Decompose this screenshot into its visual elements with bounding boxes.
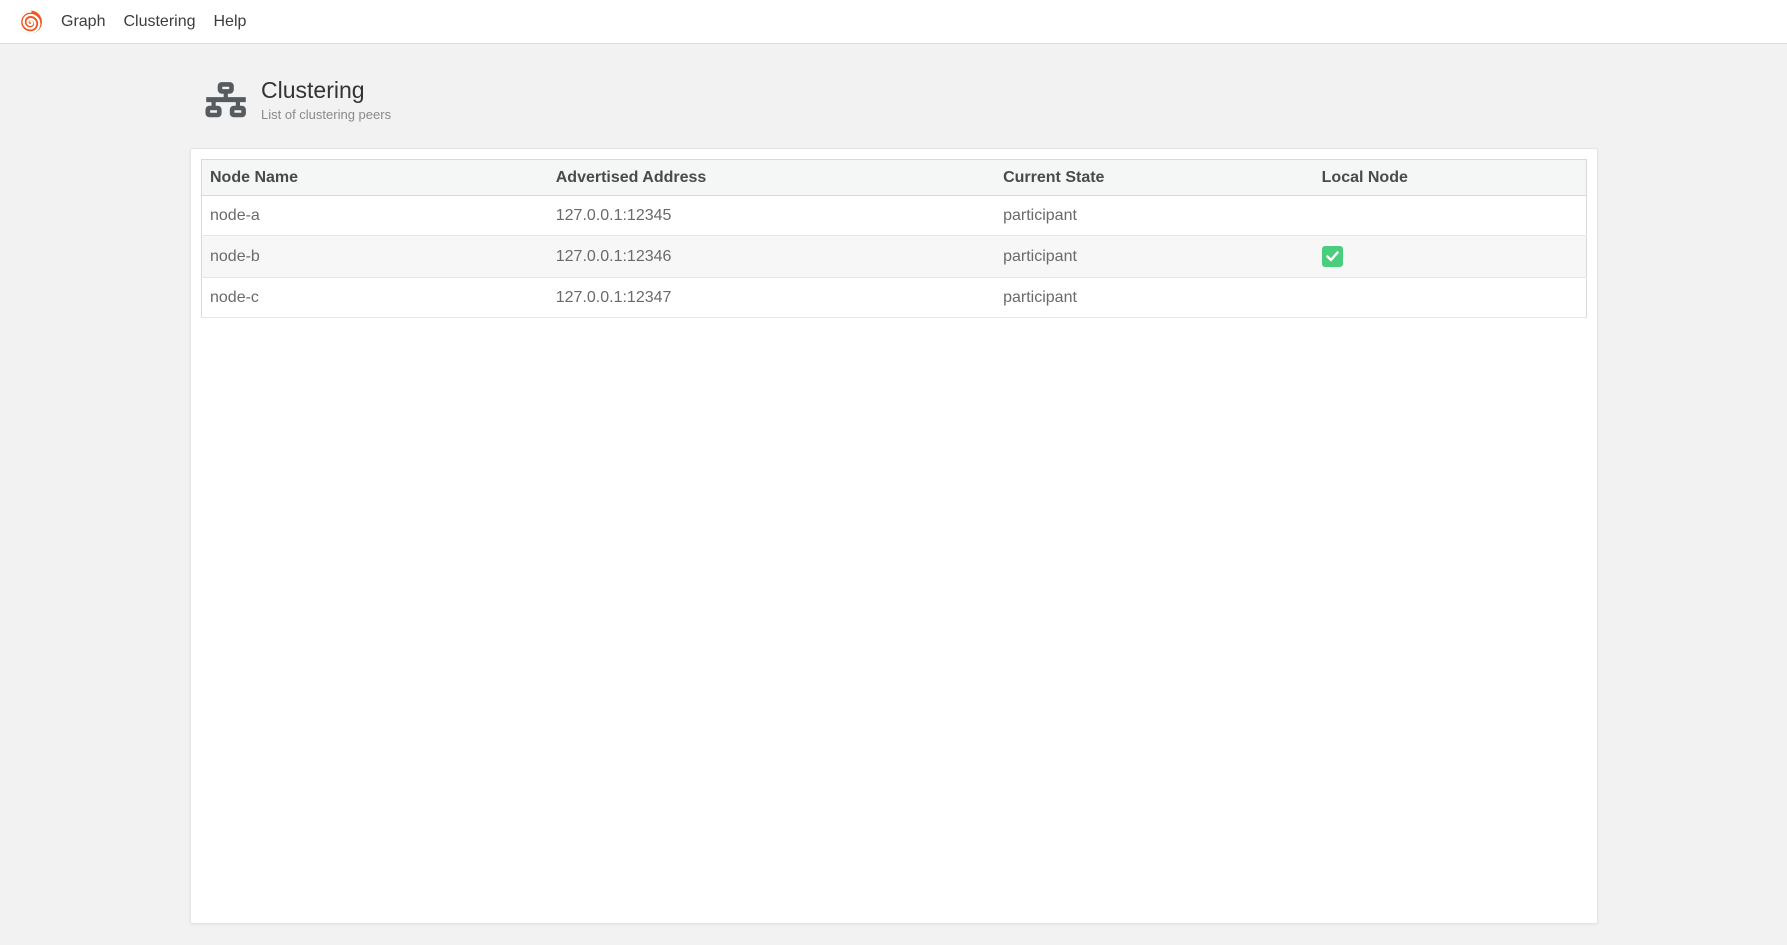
cell-advertised-address: 127.0.0.1:12346 bbox=[548, 236, 995, 278]
col-header-node-name: Node Name bbox=[202, 160, 548, 196]
cell-local-node bbox=[1314, 236, 1587, 278]
col-header-local-node: Local Node bbox=[1314, 160, 1587, 196]
local-node-checkbox[interactable] bbox=[1322, 246, 1343, 267]
brand-logo[interactable] bbox=[18, 9, 43, 35]
top-navbar: Graph Clustering Help bbox=[0, 0, 1787, 44]
peers-card: Node Name Advertised Address Current Sta… bbox=[190, 148, 1598, 924]
cell-node-name: node-b bbox=[202, 236, 548, 278]
cell-current-state: participant bbox=[995, 196, 1314, 236]
cluster-topology-icon bbox=[204, 82, 248, 119]
cell-current-state: participant bbox=[995, 236, 1314, 278]
cell-advertised-address: 127.0.0.1:12347 bbox=[548, 278, 995, 318]
cell-node-name: node-a bbox=[202, 196, 548, 236]
nav-item-graph[interactable]: Graph bbox=[52, 0, 114, 44]
cell-advertised-address: 127.0.0.1:12345 bbox=[548, 196, 995, 236]
table-header-row: Node Name Advertised Address Current Sta… bbox=[202, 160, 1587, 196]
table-row: node-a 127.0.0.1:12345 participant bbox=[202, 196, 1587, 236]
col-header-advertised-address: Advertised Address bbox=[548, 160, 995, 196]
cell-local-node bbox=[1314, 278, 1587, 318]
cell-current-state: participant bbox=[995, 278, 1314, 318]
spiral-logo-icon bbox=[18, 9, 43, 35]
cell-local-node bbox=[1314, 196, 1587, 236]
main-menu: Graph Clustering Help bbox=[52, 0, 255, 44]
cell-node-name: node-c bbox=[202, 278, 548, 318]
table-row: node-b 127.0.0.1:12346 participant bbox=[202, 236, 1587, 278]
peers-table: Node Name Advertised Address Current Sta… bbox=[201, 159, 1587, 318]
page-title: Clustering bbox=[261, 77, 391, 104]
nav-item-clustering[interactable]: Clustering bbox=[114, 0, 204, 44]
page-subtitle: List of clustering peers bbox=[261, 107, 391, 122]
nav-item-help[interactable]: Help bbox=[205, 0, 256, 44]
table-row: node-c 127.0.0.1:12347 participant bbox=[202, 278, 1587, 318]
main-content: Clustering List of clustering peers Node… bbox=[0, 77, 1787, 924]
col-header-current-state: Current State bbox=[995, 160, 1314, 196]
page-header: Clustering List of clustering peers bbox=[204, 77, 1787, 122]
page-titles: Clustering List of clustering peers bbox=[261, 77, 391, 122]
